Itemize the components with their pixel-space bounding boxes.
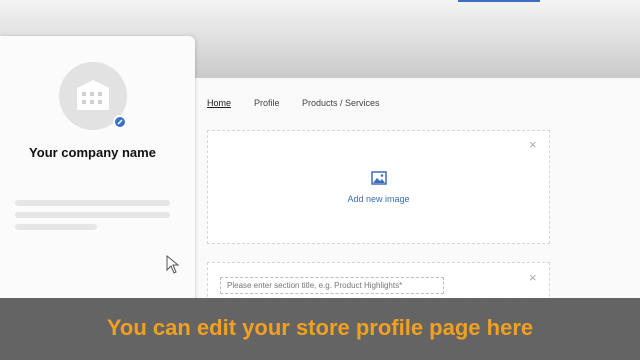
company-name: Your company name <box>29 145 156 160</box>
image-icon <box>370 171 387 185</box>
top-button-edge[interactable] <box>458 0 540 2</box>
section-title-input[interactable] <box>220 277 444 294</box>
placeholder-line <box>15 212 170 218</box>
pencil-icon <box>117 119 123 125</box>
close-icon[interactable]: × <box>529 270 537 285</box>
tab-profile[interactable]: Profile <box>254 98 280 108</box>
caption-text: You can edit your store profile page her… <box>106 315 534 340</box>
image-section: × Add new image <box>207 130 550 244</box>
add-image-button[interactable]: Add new image <box>208 171 549 207</box>
section-title-block: × <box>207 262 550 302</box>
add-image-label: Add new image <box>347 194 410 204</box>
close-icon[interactable]: × <box>529 137 537 152</box>
placeholder-line <box>15 200 170 206</box>
tab-products-services[interactable]: Products / Services <box>302 98 380 108</box>
building-icon <box>77 80 109 110</box>
edit-avatar-button[interactable] <box>113 115 127 129</box>
mouse-cursor-icon <box>166 255 180 274</box>
caption-bar: You can edit your store profile page her… <box>0 298 640 360</box>
placeholder-line <box>15 224 97 230</box>
tab-home[interactable]: Home <box>207 98 231 108</box>
